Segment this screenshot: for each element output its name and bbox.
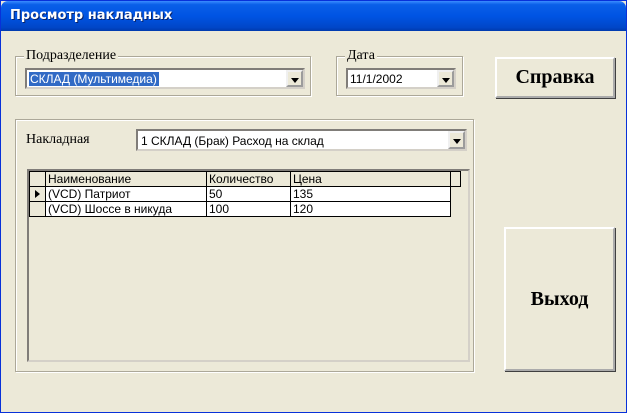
table-row[interactable]: (VCD) Шоссе в никуда 100 120 — [29, 201, 461, 217]
cell-quantity[interactable]: 50 — [206, 186, 291, 202]
items-table: Наименование Количество Цена (VCD) Патри… — [29, 171, 461, 217]
header-filler — [450, 171, 461, 187]
invoice-label: Накладная — [26, 132, 90, 147]
cell-price[interactable]: 135 — [290, 186, 451, 202]
cell-price[interactable]: 120 — [290, 201, 451, 217]
cell-quantity[interactable]: 100 — [206, 201, 291, 217]
row-indicator — [29, 186, 46, 202]
help-button-label: Справка — [515, 66, 595, 88]
row-filler — [450, 186, 461, 202]
indicator-header — [29, 171, 46, 187]
department-select[interactable]: СКЛАД (Мультимедиа) — [25, 68, 305, 89]
app-window: Просмотр накладных Подразделение СКЛАД (… — [0, 0, 627, 413]
cell-name[interactable]: (VCD) Шоссе в никуда — [45, 201, 207, 217]
invoice-value: 1 СКЛАД (Брак) Расход на склад — [141, 134, 324, 148]
department-group: Подразделение СКЛАД (Мультимедиа) — [15, 48, 311, 96]
column-header-name[interactable]: Наименование — [45, 171, 207, 187]
table-row[interactable]: (VCD) Патриот 50 135 — [29, 186, 461, 202]
invoice-group: Накладная 1 СКЛАД (Брак) Расход на склад… — [15, 119, 474, 372]
date-legend: Дата — [345, 48, 377, 64]
date-value: 11/1/2002 — [350, 72, 403, 86]
cell-name[interactable]: (VCD) Патриот — [45, 186, 207, 202]
department-legend: Подразделение — [24, 48, 119, 64]
invoice-select[interactable]: 1 СКЛАД (Брак) Расход на склад — [136, 129, 467, 151]
table-header-row: Наименование Количество Цена — [29, 171, 461, 187]
date-picker[interactable]: 11/1/2002 — [346, 68, 456, 89]
column-header-price[interactable]: Цена — [290, 171, 451, 187]
date-dropdown-button[interactable] — [437, 70, 454, 87]
title-bar: Просмотр накладных — [1, 1, 626, 31]
chevron-down-icon — [291, 78, 299, 83]
column-header-quantity[interactable]: Количество — [206, 171, 291, 187]
exit-button[interactable]: Выход — [504, 227, 615, 371]
current-row-arrow-icon — [35, 190, 40, 198]
chevron-down-icon — [453, 139, 461, 144]
department-value: СКЛАД (Мультимедиа) — [29, 72, 159, 86]
help-button[interactable]: Справка — [495, 57, 615, 98]
invoice-dropdown-button[interactable] — [448, 131, 465, 149]
row-filler — [450, 201, 461, 217]
row-indicator — [29, 201, 46, 217]
date-group: Дата 11/1/2002 — [336, 48, 463, 96]
chevron-down-icon — [442, 78, 450, 83]
window-title: Просмотр накладных — [10, 8, 173, 23]
items-grid[interactable]: Наименование Количество Цена (VCD) Патри… — [27, 169, 470, 362]
exit-button-label: Выход — [530, 287, 589, 310]
department-dropdown-button[interactable] — [286, 70, 303, 87]
